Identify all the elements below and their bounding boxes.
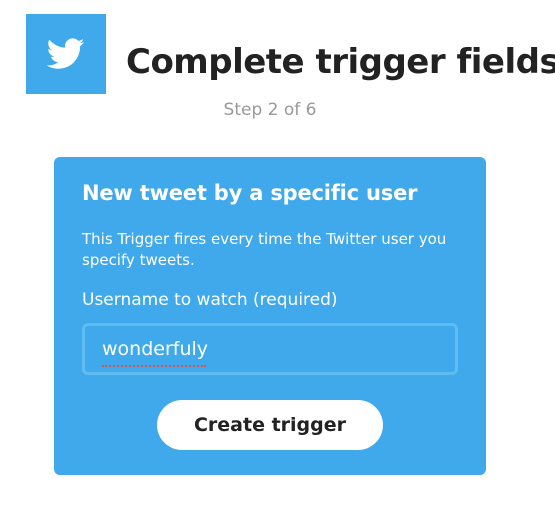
trigger-title: New tweet by a specific user: [82, 181, 418, 205]
page-title: Complete trigger fields: [126, 42, 555, 82]
twitter-bird-icon: [47, 38, 85, 69]
username-input[interactable]: [82, 323, 458, 375]
step-indicator: Step 2 of 6: [0, 100, 540, 120]
trigger-description: This Trigger fires every time the Twitte…: [82, 230, 447, 269]
create-trigger-button[interactable]: Create trigger: [157, 400, 383, 450]
trigger-card: New tweet by a specific user This Trigge…: [54, 157, 486, 475]
page-header: Complete trigger fields Step 2 of 6: [0, 0, 555, 130]
username-field-label: Username to watch (required): [82, 290, 338, 310]
twitter-logo-tile: [26, 14, 106, 94]
step-label: Step 2 of 6: [223, 100, 317, 120]
